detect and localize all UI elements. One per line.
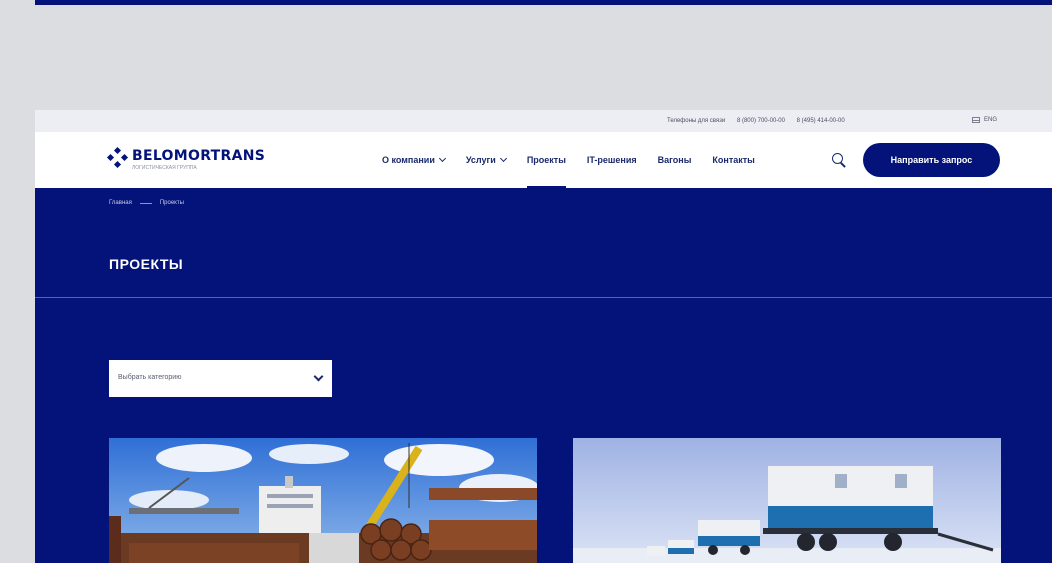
chevron-down-icon bbox=[499, 154, 507, 163]
logo-text: BELOMORTRANS ЛОГИСТИЧЕСКАЯ ГРУППА bbox=[132, 149, 265, 172]
breadcrumb-separator bbox=[139, 202, 152, 204]
breadcrumb-current: Проекты bbox=[159, 200, 184, 206]
chevron-down-icon bbox=[438, 154, 446, 163]
previous-screen-edge bbox=[35, 0, 1052, 5]
nav-label: Вагоны bbox=[657, 155, 692, 165]
nav-label: Контакты bbox=[712, 155, 755, 165]
project-card[interactable] bbox=[109, 438, 537, 563]
send-request-button[interactable]: Направить запрос bbox=[863, 143, 1000, 177]
logo-icon bbox=[106, 146, 129, 169]
brand-name: BELOMORTRANS bbox=[132, 148, 266, 164]
nav-item-services[interactable]: Услуги bbox=[465, 132, 507, 188]
nav-item-projects[interactable]: Проекты bbox=[526, 132, 566, 188]
project-image-mobile-buildings bbox=[573, 438, 1001, 563]
nav-item-contacts[interactable]: Контакты bbox=[712, 132, 754, 188]
chevron-down-icon bbox=[313, 371, 324, 382]
brand-tagline: ЛОГИСТИЧЕСКАЯ ГРУППА bbox=[132, 165, 197, 171]
logo[interactable]: BELOMORTRANS ЛОГИСТИЧЕСКАЯ ГРУППА bbox=[106, 146, 265, 172]
phone-1[interactable]: 8 (800) 700-00-00 bbox=[737, 118, 785, 124]
breadcrumb: Главная Проекты bbox=[109, 200, 184, 206]
nav-label: Услуги bbox=[465, 155, 496, 165]
nav-label: О компании bbox=[382, 155, 435, 165]
category-select-placeholder: Выбрать категорию bbox=[118, 374, 182, 381]
flag-icon bbox=[972, 117, 980, 123]
nav-label: Проекты bbox=[526, 155, 566, 165]
topbar: Телефоны для связи 8 (800) 700-00-00 8 (… bbox=[35, 110, 1052, 132]
project-image-port-pipes bbox=[109, 438, 537, 563]
category-select[interactable]: Выбрать категорию bbox=[109, 360, 332, 397]
project-card[interactable] bbox=[573, 438, 1001, 563]
page-title: ПРОЕКТЫ bbox=[109, 256, 184, 272]
phone-2[interactable]: 8 (495) 414-00-00 bbox=[797, 118, 845, 124]
phones-label: Телефоны для связи bbox=[667, 118, 726, 124]
nav-item-company[interactable]: О компании bbox=[382, 132, 446, 188]
language-label: ENG bbox=[984, 117, 998, 123]
website-page: Телефоны для связи 8 (800) 700-00-00 8 (… bbox=[35, 110, 1052, 563]
main-nav: О компании Услуги Проекты IT-решения Ваг… bbox=[382, 132, 755, 188]
contact-phones: Телефоны для связи 8 (800) 700-00-00 8 (… bbox=[667, 118, 855, 124]
nav-label: IT-решения bbox=[586, 155, 637, 165]
nav-item-wagons[interactable]: Вагоны bbox=[658, 132, 692, 188]
nav-item-it-solutions[interactable]: IT-решения bbox=[587, 132, 637, 188]
divider bbox=[35, 297, 1052, 298]
language-switch[interactable]: ENG bbox=[972, 117, 997, 123]
site-header: BELOMORTRANS ЛОГИСТИЧЕСКАЯ ГРУППА О комп… bbox=[35, 132, 1052, 188]
search-icon[interactable] bbox=[831, 152, 847, 168]
breadcrumb-home[interactable]: Главная bbox=[109, 200, 132, 206]
